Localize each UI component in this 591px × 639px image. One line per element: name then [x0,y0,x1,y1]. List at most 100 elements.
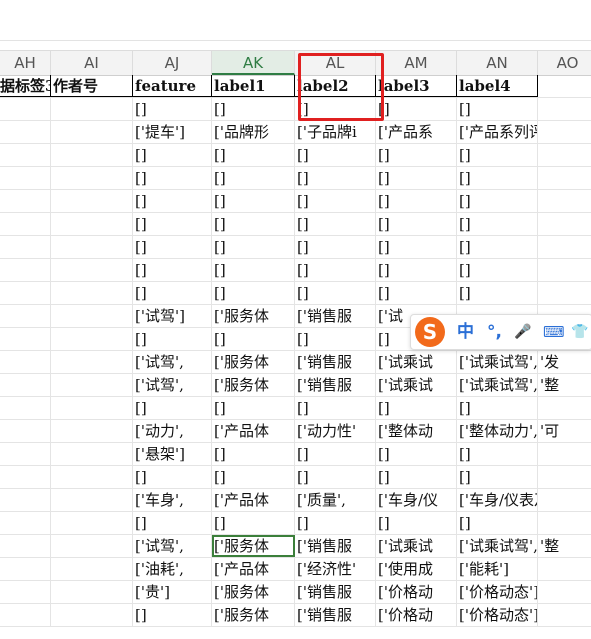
cell[interactable]: ['产品体 [212,420,295,442]
cell[interactable]: ['试乘试 [376,535,457,557]
cell[interactable]: '整 [538,374,591,396]
cell[interactable]: ['油耗', [133,558,212,580]
cell[interactable]: [] [376,282,457,304]
cell[interactable] [0,282,51,304]
cell[interactable]: ['悬架'] [133,443,212,465]
cell[interactable]: ['动力性' [295,420,376,442]
cell[interactable] [0,420,51,442]
cell[interactable] [0,236,51,258]
cell[interactable]: ['贵'] [133,581,212,603]
cell[interactable]: ['整体动力',' [457,420,538,442]
cell[interactable]: [] [212,167,295,189]
keyboard-icon[interactable]: ⌨ [543,321,565,343]
cell[interactable]: [] [212,236,295,258]
cell[interactable]: ['价格动态'] [457,604,538,626]
cell[interactable] [538,443,591,465]
cell[interactable]: ['销售服 [295,305,376,327]
cell[interactable]: ['试乘试驾',' [457,351,538,373]
cell[interactable]: [] [133,98,212,120]
cell[interactable]: ['产品系列评价' [457,121,538,143]
cell[interactable]: ['使用成 [376,558,457,580]
cell[interactable]: [] [295,328,376,350]
column-header-ai[interactable]: AI [51,51,133,75]
cell[interactable] [51,443,133,465]
cell[interactable]: [] [457,512,538,534]
cell[interactable]: ['销售服 [295,374,376,396]
cell[interactable]: [] [376,98,457,120]
cell[interactable]: '发 [538,351,591,373]
cell[interactable]: [] [295,443,376,465]
cell[interactable] [51,121,133,143]
cell[interactable] [51,190,133,212]
punctuation-icon[interactable]: °, [487,321,502,343]
cell[interactable]: [] [212,259,295,281]
cell[interactable]: ['价格动态'] [457,581,538,603]
cell[interactable]: ['服务体 [212,374,295,396]
cell[interactable]: [] [457,259,538,281]
cell[interactable]: [] [457,466,538,488]
cell[interactable]: [] [295,466,376,488]
cell[interactable]: ['质量', [295,489,376,511]
cell[interactable] [0,98,51,120]
cell[interactable] [0,121,51,143]
cell[interactable] [0,466,51,488]
cell[interactable]: [] [457,213,538,235]
cell[interactable]: ['子品牌i [295,121,376,143]
column-header-ak[interactable]: AK [212,51,295,75]
cell[interactable]: [] [133,167,212,189]
column-header-ah[interactable]: AH [0,51,51,75]
cell[interactable]: [] [376,259,457,281]
cell[interactable]: [] [133,512,212,534]
cell[interactable] [538,581,591,603]
cell[interactable] [51,259,133,281]
cell[interactable]: [] [376,397,457,419]
cell[interactable] [0,259,51,281]
cell[interactable]: ['价格动 [376,581,457,603]
cell[interactable]: ['试驾', [133,374,212,396]
cell[interactable]: ['销售服 [295,535,376,557]
cell[interactable] [51,558,133,580]
cell[interactable] [0,213,51,235]
cell[interactable]: ['试乘试驾',' [457,535,538,557]
cell[interactable]: [] [212,443,295,465]
cell[interactable]: [] [212,466,295,488]
cell[interactable]: [] [212,512,295,534]
cell[interactable]: ['服务体 [212,535,295,557]
cell[interactable]: [] [295,512,376,534]
cell[interactable] [0,190,51,212]
header-cell[interactable]: label2 [295,75,376,97]
cell[interactable] [51,512,133,534]
cell[interactable] [538,98,591,120]
cell[interactable]: [] [457,190,538,212]
sogou-logo-icon[interactable]: S [415,317,445,347]
header-cell[interactable]: label1 [212,75,295,97]
cell[interactable]: ['动力', [133,420,212,442]
cell[interactable] [51,144,133,166]
cell[interactable]: ['试乘试驾',' [457,374,538,396]
column-header-ao[interactable]: AO [538,51,591,75]
cell[interactable]: [] [212,98,295,120]
column-header-an[interactable]: AN [457,51,538,75]
header-cell[interactable]: 作者号 [51,75,133,97]
cell[interactable]: ['试驾'] [133,305,212,327]
cell[interactable]: [] [133,213,212,235]
cell[interactable]: ['服务体 [212,305,295,327]
cell[interactable]: ['试驾', [133,351,212,373]
header-cell[interactable]: 据标签3 [0,75,51,97]
header-cell[interactable]: label3 [376,75,457,97]
cell[interactable]: ['销售服 [295,581,376,603]
cell[interactable]: ['能耗'] [457,558,538,580]
chinese-mode-icon[interactable]: 中 [457,321,474,343]
cell[interactable] [538,489,591,511]
cell[interactable]: ['经济性' [295,558,376,580]
cell[interactable] [51,305,133,327]
cell[interactable]: ['车身', [133,489,212,511]
cell[interactable]: [] [133,236,212,258]
cell[interactable] [0,305,51,327]
cell[interactable] [51,466,133,488]
cell[interactable] [51,282,133,304]
cell[interactable] [538,397,591,419]
cell[interactable]: ['销售服 [295,604,376,626]
cell[interactable] [0,535,51,557]
cell[interactable] [51,604,133,626]
